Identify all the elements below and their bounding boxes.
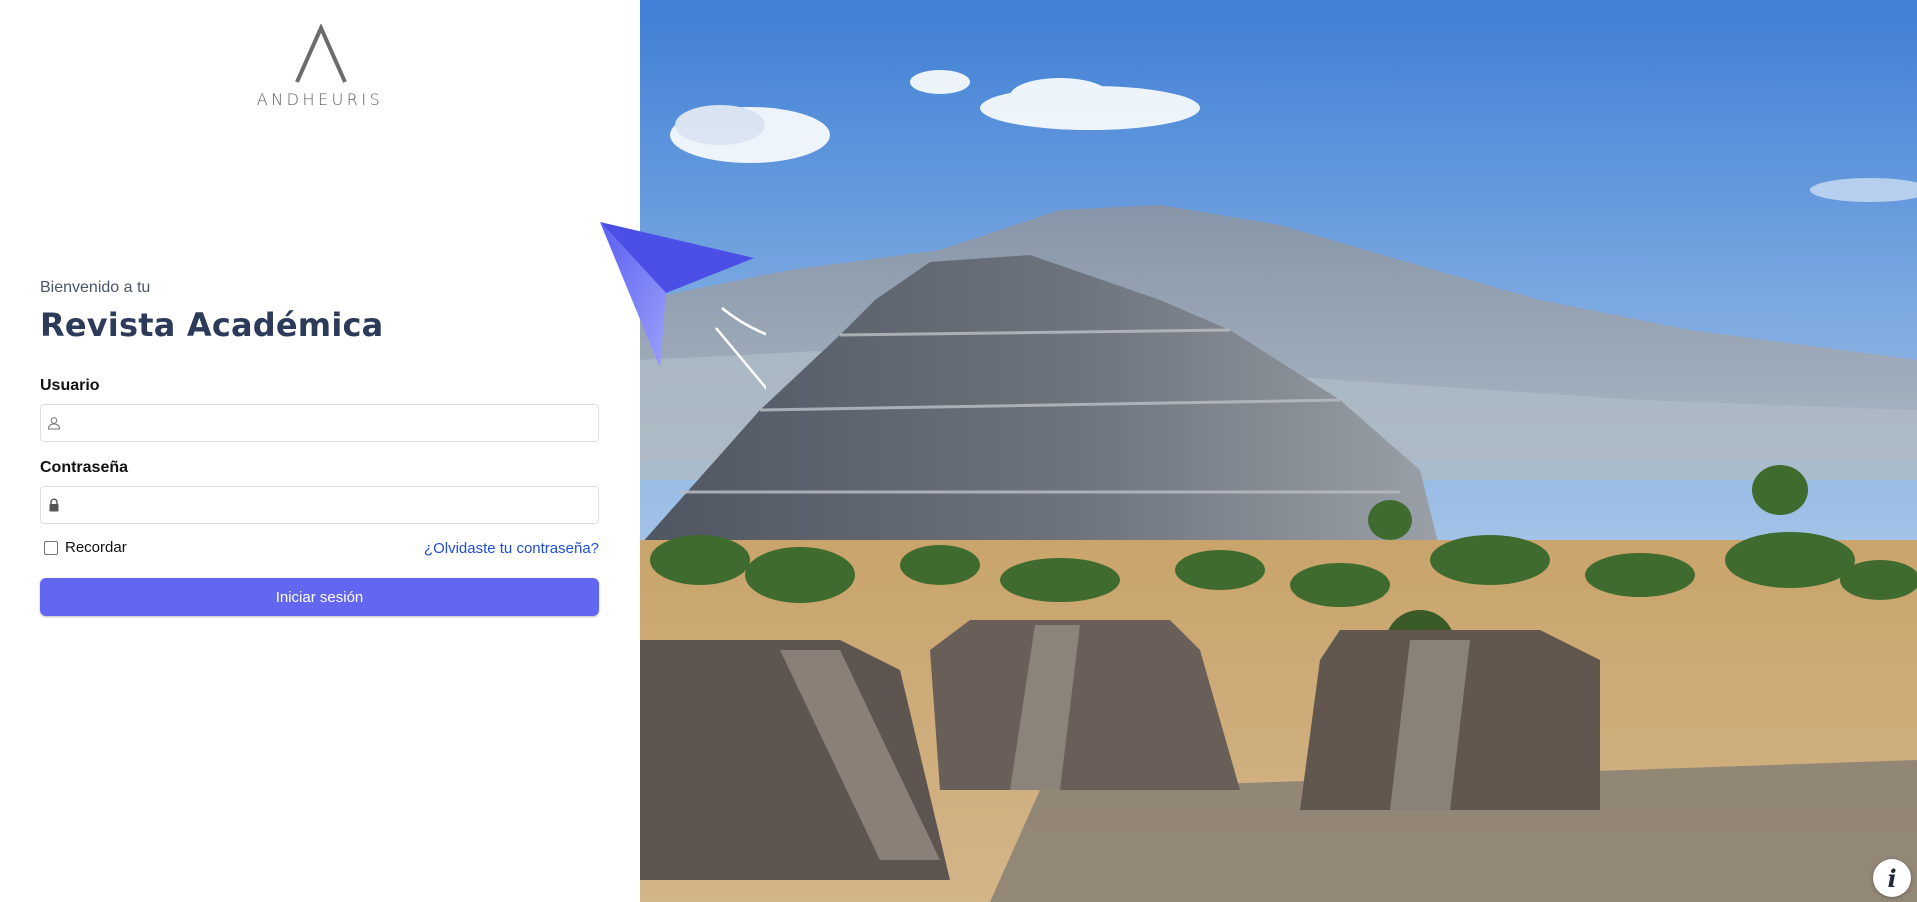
paper-plane-icon (600, 222, 766, 390)
lambda-logo-icon (295, 24, 347, 83)
username-input[interactable] (67, 405, 596, 443)
forgot-password-link[interactable]: ¿Olvidaste tu contraseña? (424, 540, 599, 557)
password-input[interactable] (67, 487, 596, 525)
username-label: Usuario (40, 377, 100, 394)
hero-image (640, 0, 1917, 902)
login-panel: ANDHEURIS Bienvenido a tu Revista Académ… (0, 0, 640, 902)
page-title: Revista Académica (40, 306, 384, 344)
lock-icon (49, 498, 59, 512)
user-icon (47, 417, 61, 430)
password-field-wrapper (40, 486, 599, 525)
pyramid-landscape-photo (640, 0, 1917, 902)
remember-me[interactable]: Recordar (44, 539, 127, 556)
username-field-wrapper (40, 404, 599, 443)
welcome-text: Bienvenido a tu (40, 279, 151, 296)
login-button[interactable]: Iniciar sesión (40, 578, 599, 616)
password-label: Contraseña (40, 459, 129, 476)
remember-label: Recordar (65, 539, 127, 556)
info-icon: i (1887, 863, 1897, 893)
brand-name: ANDHEURIS (256, 90, 384, 109)
info-button[interactable]: i (1873, 859, 1911, 897)
brand-logo: ANDHEURIS (256, 24, 386, 114)
remember-checkbox[interactable] (44, 540, 58, 555)
